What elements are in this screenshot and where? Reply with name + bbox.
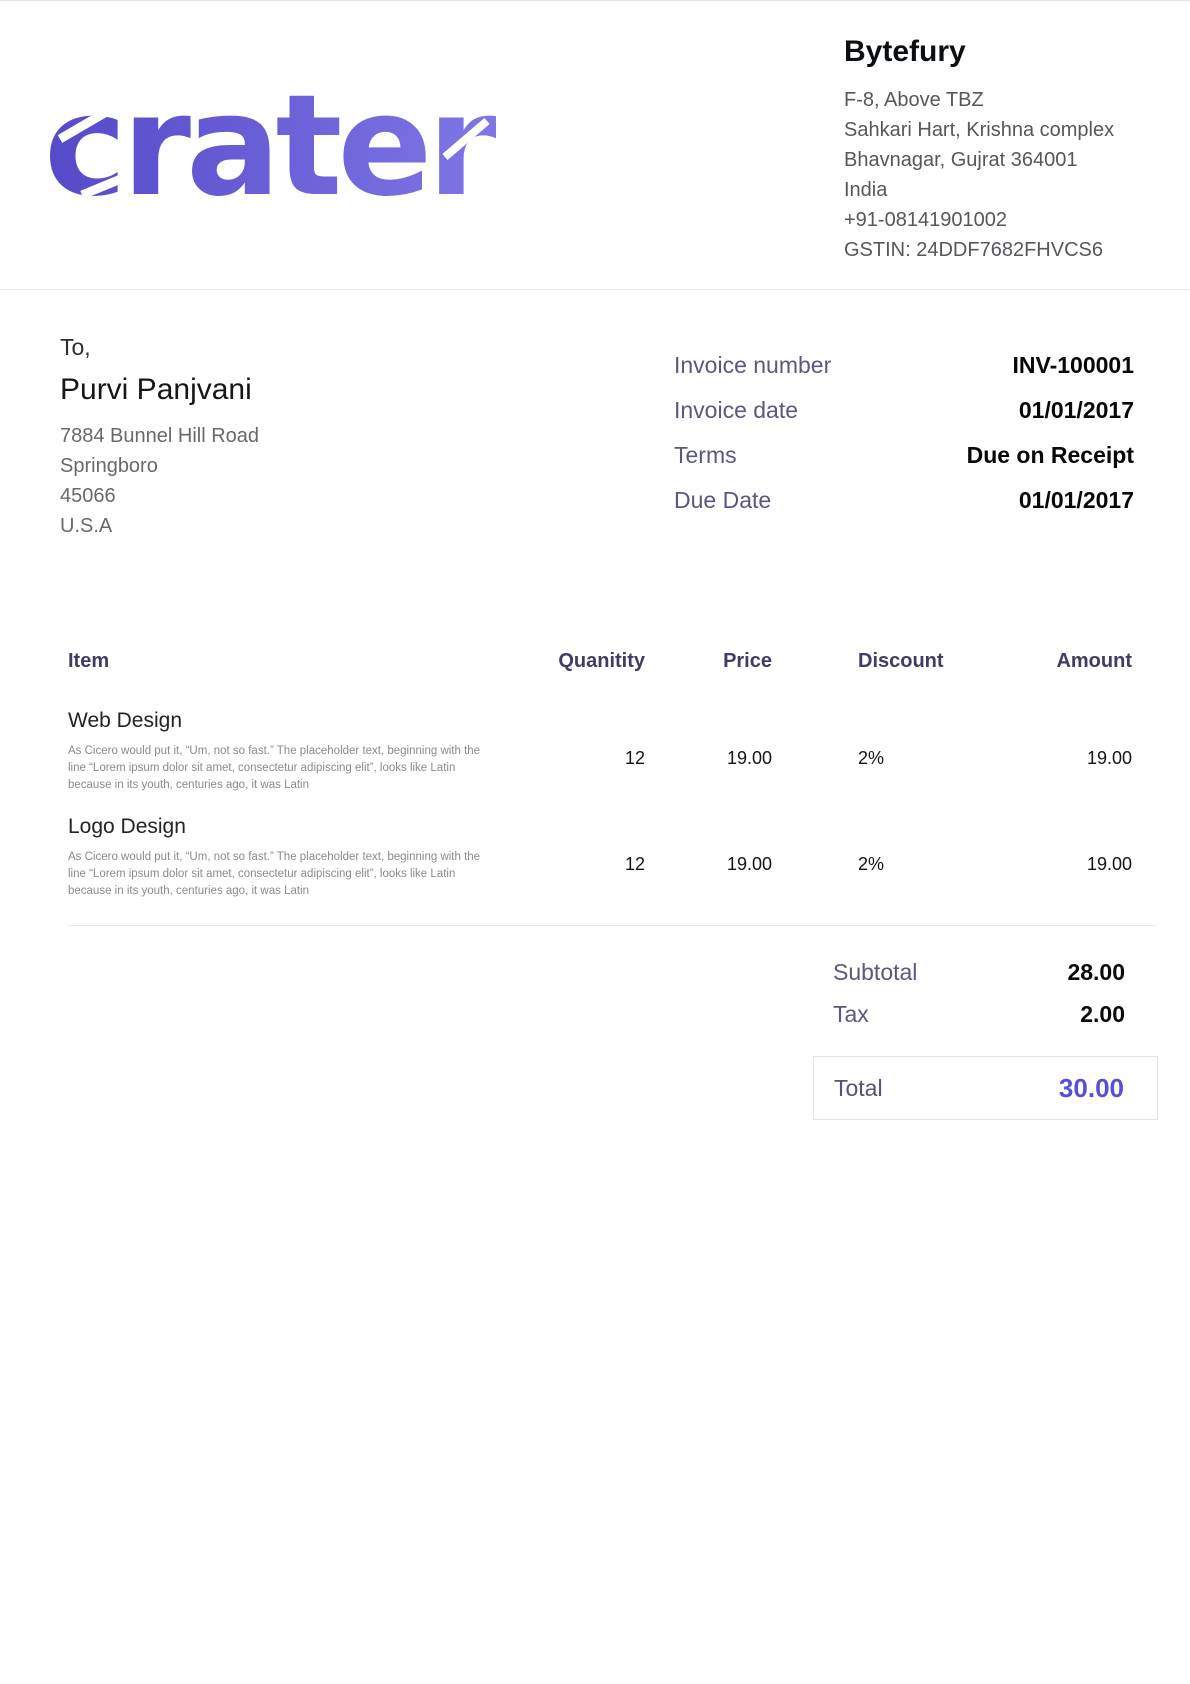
meta-row-terms: Terms Due on Receipt	[674, 442, 1134, 469]
company-address-line-1: F-8, Above TBZ	[844, 85, 1174, 115]
company-name: Bytefury	[844, 35, 1174, 69]
subtotal-row: Subtotal 28.00	[813, 958, 1158, 986]
item-amount: 19.00	[930, 814, 1156, 900]
bill-to-section: To, Purvi Panjvani 7884 Bunnel Hill Road…	[60, 334, 259, 541]
terms-value: Due on Receipt	[967, 442, 1134, 469]
item-discount: 2%	[772, 708, 930, 794]
items-table: Item Quanitity Price Discount Amount Web…	[68, 648, 1156, 900]
bill-to-address-line-3: 45066	[60, 481, 259, 511]
total-value: 30.00	[1059, 1073, 1124, 1104]
total-label: Total	[834, 1075, 883, 1102]
item-quantity: 12	[508, 708, 645, 794]
bill-to-address-line-1: 7884 Bunnel Hill Road	[60, 421, 259, 451]
bill-to-address-line-4: U.S.A	[60, 511, 259, 541]
tax-value: 2.00	[1080, 1000, 1125, 1028]
company-phone: +91-08141901002	[844, 205, 1174, 235]
items-table-header: Item Quanitity Price Discount Amount	[68, 648, 1156, 674]
company-address-line-3: Bhavnagar, Gujrat 364001	[844, 145, 1174, 175]
item-cell: Logo Design As Cicero would put it, “Um,…	[68, 814, 508, 900]
crater-logo: crater	[44, 59, 524, 219]
item-cell: Web Design As Cicero would put it, “Um, …	[68, 708, 508, 794]
subtotal-value: 28.00	[1067, 958, 1125, 986]
due-date-label: Due Date	[674, 487, 771, 514]
column-header-amount: Amount	[930, 648, 1156, 674]
company-address-line-4: India	[844, 175, 1174, 205]
item-discount: 2%	[772, 814, 930, 900]
invoice-date-label: Invoice date	[674, 397, 798, 424]
tax-label: Tax	[833, 1000, 869, 1028]
items-divider	[68, 925, 1156, 926]
item-amount: 19.00	[930, 708, 1156, 794]
tax-row: Tax 2.00	[813, 1000, 1158, 1028]
company-gstin: GSTIN: 24DDF7682FHVCS6	[844, 235, 1174, 265]
bill-to-label: To,	[60, 334, 259, 361]
column-header-price: Price	[645, 648, 772, 674]
column-header-item: Item	[68, 648, 508, 674]
item-price: 19.00	[645, 708, 772, 794]
meta-row-invoice-date: Invoice date 01/01/2017	[674, 397, 1134, 424]
column-header-discount: Discount	[772, 648, 930, 674]
column-header-quantity: Quanitity	[508, 648, 645, 674]
item-row-logo-design: Logo Design As Cicero would put it, “Um,…	[68, 814, 1156, 900]
item-row-web-design: Web Design As Cicero would put it, “Um, …	[68, 708, 1156, 794]
item-name: Logo Design	[68, 814, 508, 840]
bill-to-name: Purvi Panjvani	[60, 373, 259, 407]
meta-row-invoice-number: Invoice number INV-100001	[674, 352, 1134, 379]
invoice-number-label: Invoice number	[674, 352, 831, 379]
item-description: As Cicero would put it, “Um, not so fast…	[68, 743, 493, 794]
terms-label: Terms	[674, 442, 737, 469]
invoice-date-value: 01/01/2017	[1019, 397, 1134, 424]
item-description: As Cicero would put it, “Um, not so fast…	[68, 849, 493, 900]
company-block: Bytefury F-8, Above TBZ Sahkari Hart, Kr…	[844, 35, 1174, 265]
invoice-number-value: INV-100001	[1013, 352, 1134, 379]
invoice-header: crater Bytefury F-8, Above TBZ Sahkari H…	[0, 0, 1190, 290]
logo-text: crater	[44, 65, 496, 219]
bill-to-address-line-2: Springboro	[60, 451, 259, 481]
due-date-value: 01/01/2017	[1019, 487, 1134, 514]
item-name: Web Design	[68, 708, 508, 734]
totals-section: Subtotal 28.00 Tax 2.00 Total 30.00	[813, 958, 1158, 1120]
invoice-meta: Invoice number INV-100001 Invoice date 0…	[674, 352, 1134, 532]
subtotal-label: Subtotal	[833, 958, 917, 986]
total-box: Total 30.00	[813, 1056, 1158, 1120]
invoice-page: crater Bytefury F-8, Above TBZ Sahkari H…	[0, 0, 1190, 1684]
meta-row-due-date: Due Date 01/01/2017	[674, 487, 1134, 514]
item-price: 19.00	[645, 814, 772, 900]
company-address-line-2: Sahkari Hart, Krishna complex	[844, 115, 1174, 145]
item-quantity: 12	[508, 814, 645, 900]
